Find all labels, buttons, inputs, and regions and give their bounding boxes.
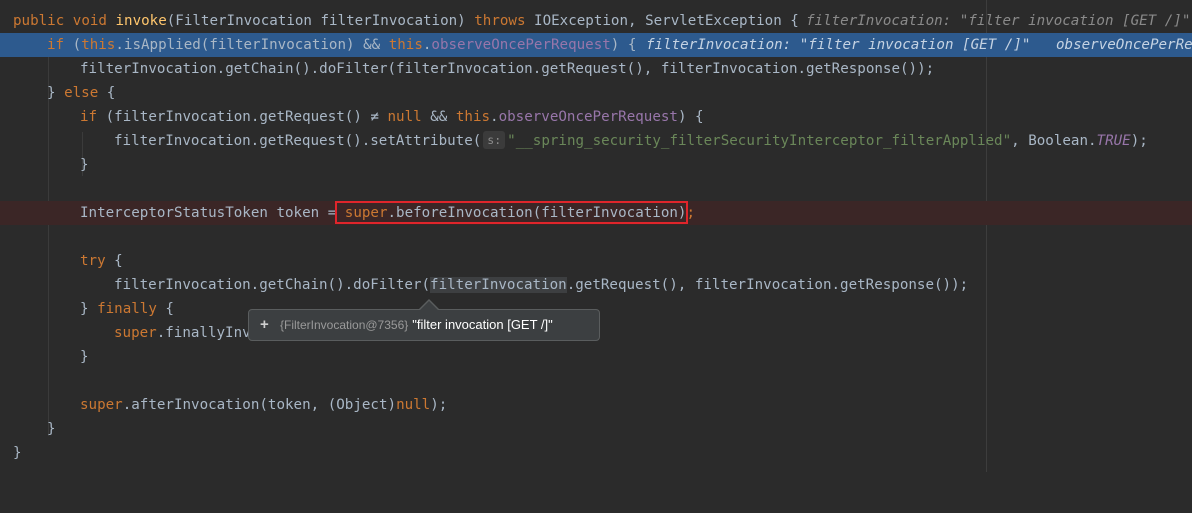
code-line[interactable]: } else { — [0, 81, 1192, 105]
code-line[interactable]: super.afterInvocation(token, (Object)nul… — [0, 393, 1192, 417]
string-literal: "__spring_security_filterSecurityInterce… — [507, 133, 1012, 149]
code-text: .isApplied(filterInvocation) && — [115, 37, 389, 53]
keyword: if — [80, 109, 98, 125]
code-text: .afterInvocation(token, (Object) — [122, 397, 397, 413]
code-line[interactable]: filterInvocation.getChain().doFilter(fil… — [0, 57, 1192, 81]
inline-debug-value: filterInvocation: "filter invocation [GE… — [806, 13, 1191, 29]
keyword: try — [80, 253, 106, 269]
code-text: filterInvocation.getRequest().setAttribu… — [114, 133, 482, 149]
object-value: "filter invocation [GET /]" — [412, 317, 553, 332]
code-text: ) { — [677, 109, 704, 125]
code-text: } — [80, 301, 98, 317]
code-line-current-execution[interactable]: if (this.isApplied(filterInvocation) && … — [0, 33, 1192, 57]
keyword: public — [13, 13, 65, 29]
code-text: (filterInvocation.getRequest() ≠ — [97, 109, 388, 125]
keyword: super — [80, 397, 123, 413]
code-text: .finallyInv — [156, 325, 251, 341]
object-reference: {FilterInvocation@7356} — [280, 318, 409, 332]
parameter-name-hint: s: — [483, 131, 506, 149]
code-line[interactable]: } — [0, 441, 1192, 465]
code-text: { — [156, 301, 174, 317]
tooltip-pointer-fill — [419, 301, 439, 311]
field-name: observeOncePerRequest — [498, 109, 678, 125]
keyword: finally — [97, 301, 157, 317]
code-line[interactable]: } — [0, 417, 1192, 441]
code-line[interactable]: } — [0, 153, 1192, 177]
code-text: } — [47, 85, 65, 101]
code-text: IOException, ServletException { — [525, 13, 799, 29]
code-text: } — [80, 349, 89, 365]
keyword: throws — [474, 13, 526, 29]
code-text: ); — [1130, 133, 1148, 149]
keyword: this — [455, 109, 491, 125]
code-text: ) { — [610, 37, 637, 53]
code-text: { — [98, 85, 116, 101]
code-text: ); — [430, 397, 448, 413]
code-text: InterceptorStatusToken token = — [80, 205, 345, 221]
code-text: filterInvocation.getChain().doFilter(fil… — [80, 61, 935, 77]
keyword: void — [64, 13, 116, 29]
highlight-annotation-box — [335, 201, 688, 224]
code-line-method-signature[interactable]: public void invoke(FilterInvocation filt… — [0, 9, 1192, 33]
code-text: } — [80, 157, 89, 173]
code-text: { — [105, 253, 123, 269]
code-text: } — [13, 445, 22, 461]
keyword: this — [81, 37, 116, 53]
code-line[interactable]: try { — [0, 249, 1192, 273]
keyword: else — [64, 85, 99, 101]
code-editor[interactable]: public void invoke(FilterInvocation filt… — [0, 0, 1192, 472]
field-name: observeOncePerRequest — [431, 37, 611, 53]
keyword: if — [47, 37, 65, 53]
code-text: . — [490, 109, 499, 125]
inline-debug-value: filterInvocation: "filter invocation [GE… — [646, 37, 1031, 53]
expand-icon[interactable]: + — [260, 310, 274, 340]
hovered-identifier[interactable]: filterInvocation — [430, 277, 567, 293]
method-name: invoke — [115, 13, 167, 29]
keyword: super — [114, 325, 157, 341]
keyword: this — [388, 37, 423, 53]
code-text: (FilterInvocation filterInvocation) — [166, 13, 475, 29]
code-line[interactable]: } — [0, 345, 1192, 369]
debug-value-tooltip[interactable]: + {FilterInvocation@7356} "filter invocati… — [248, 309, 600, 341]
code-text: , Boolean. — [1011, 133, 1097, 149]
keyword: null — [396, 397, 431, 413]
code-line[interactable]: filterInvocation.getChain().doFilter(fil… — [0, 273, 1192, 297]
code-line[interactable]: if (filterInvocation.getRequest() ≠ null… — [0, 105, 1192, 129]
inline-debug-value: observeOncePerRequest — [1056, 37, 1192, 53]
keyword: null — [387, 109, 422, 125]
code-text: && — [421, 109, 456, 125]
constant-name: TRUE — [1096, 133, 1131, 149]
code-text: filterInvocation.getChain().doFilter( — [114, 277, 431, 293]
code-text: .getRequest(), filterInvocation.getRespo… — [566, 277, 969, 293]
code-text: ( — [64, 37, 82, 53]
code-text: } — [47, 421, 56, 437]
code-line[interactable]: filterInvocation.getRequest().setAttribu… — [0, 129, 1192, 153]
